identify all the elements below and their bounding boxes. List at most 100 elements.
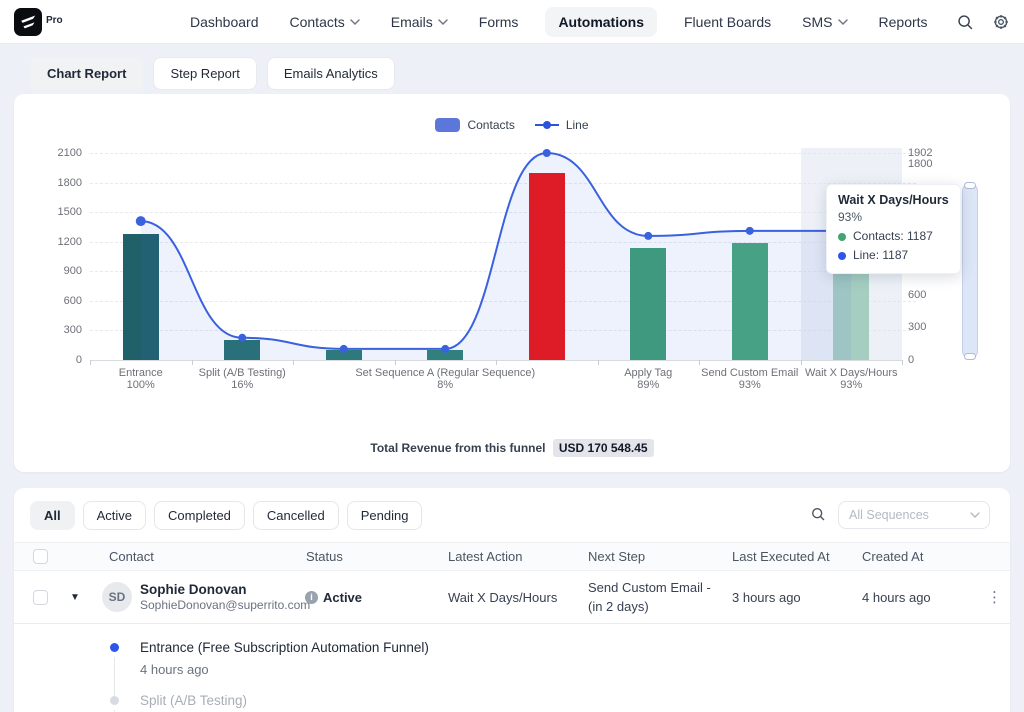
step-completed-dot-icon <box>110 643 119 652</box>
x-axis-tick <box>192 360 193 365</box>
y-axis-label: 1800 <box>38 177 82 189</box>
header-created: Created At <box>856 549 978 564</box>
nav-item-dashboard[interactable]: Dashboard <box>186 8 263 36</box>
nav-item-fluent-boards[interactable]: Fluent Boards <box>680 8 775 36</box>
y-axis-right-label: 300 <box>908 321 950 333</box>
contact-cell: SD Sophie Donovan SophieDonovan@superrit… <box>94 581 300 613</box>
timeline-step-label: Split (A/B Testing) <box>140 693 1010 708</box>
line-point-0[interactable] <box>136 216 146 226</box>
app-logo[interactable]: Pro <box>14 8 63 36</box>
chevron-down-icon <box>350 19 360 25</box>
x-axis-label-7: Wait X Days/Hours93% <box>761 367 941 391</box>
y-axis-label: 0 <box>38 354 82 366</box>
funnel-chart-card: Contacts Line 03006009001200150018002100… <box>14 94 1010 472</box>
filter-pending[interactable]: Pending <box>347 501 423 530</box>
x-axis-tick <box>395 360 396 365</box>
brand-pro-label: Pro <box>46 15 63 26</box>
tooltip-percent: 93% <box>838 210 949 224</box>
filter-all[interactable]: All <box>30 501 75 530</box>
gridline <box>90 242 916 243</box>
line-dot-icon <box>838 252 846 260</box>
gridline <box>90 301 916 302</box>
row-actions-kebab-icon[interactable]: ⋮ <box>978 588 1010 606</box>
contacts-bar-3[interactable] <box>427 350 463 360</box>
search-icon[interactable] <box>956 13 974 31</box>
nav-item-emails[interactable]: Emails <box>387 8 452 36</box>
nav-item-forms[interactable]: Forms <box>475 8 523 36</box>
timeline-connector <box>114 657 115 697</box>
contacts-bar-2[interactable] <box>326 350 362 360</box>
contacts-swatch <box>435 118 460 132</box>
x-axis-tick <box>496 360 497 365</box>
tab-emails-analytics[interactable]: Emails Analytics <box>267 57 395 90</box>
y-axis-label: 300 <box>38 324 82 336</box>
expand-caret-icon[interactable]: ▼ <box>58 592 94 603</box>
nav-item-sms[interactable]: SMS <box>798 8 851 36</box>
filter-active[interactable]: Active <box>83 501 146 530</box>
select-all-checkbox[interactable] <box>33 549 48 564</box>
x-axis-tick <box>90 360 91 365</box>
x-axis-label-1: Split (A/B Testing)16% <box>152 367 332 391</box>
status-filter-row: All Active Completed Cancelled Pending A… <box>14 488 1010 542</box>
datazoom-slider[interactable] <box>962 183 978 359</box>
chevron-down-icon <box>838 19 848 25</box>
timeline-item-entrance: Entrance (Free Subscription Automation F… <box>110 640 1010 693</box>
gridline <box>90 183 916 184</box>
latest-action-cell: Wait X Days/Hours <box>442 590 582 605</box>
filter-completed[interactable]: Completed <box>154 501 245 530</box>
header-last-executed: Last Executed At <box>726 549 856 564</box>
info-icon: i <box>305 591 318 604</box>
filter-cancelled[interactable]: Cancelled <box>253 501 339 530</box>
tab-step-report[interactable]: Step Report <box>153 57 256 90</box>
table-search-icon[interactable] <box>810 506 826 527</box>
line-point-5[interactable] <box>644 232 652 240</box>
chart-tooltip: Wait X Days/Hours 93% Contacts: 1187 Lin… <box>826 184 961 274</box>
contact-name: Sophie Donovan <box>140 581 310 598</box>
line-swatch <box>535 124 559 126</box>
step-pending-dot-icon <box>110 696 119 705</box>
datazoom-handle-bottom[interactable] <box>964 353 976 360</box>
created-cell: 4 hours ago <box>856 590 978 605</box>
row-checkbox[interactable] <box>33 590 48 605</box>
legend-item-contacts[interactable]: Contacts <box>435 118 514 132</box>
header-contact: Contact <box>94 549 300 564</box>
gridline <box>90 212 916 213</box>
contacts-bar-5[interactable] <box>630 248 666 360</box>
nav-item-automations[interactable]: Automations <box>545 7 657 37</box>
top-navigation-bar: Pro Dashboard Contacts Emails Forms Auto… <box>0 0 1024 44</box>
y-axis-label: 900 <box>38 265 82 277</box>
total-revenue: Total Revenue from this funnel USD 170 5… <box>14 441 1010 455</box>
legend-item-line[interactable]: Line <box>535 118 589 132</box>
gear-icon[interactable] <box>992 13 1010 31</box>
nav-item-contacts[interactable]: Contacts <box>286 8 364 36</box>
automations-report-page: Pro Dashboard Contacts Emails Forms Auto… <box>0 0 1024 712</box>
x-axis-tick <box>293 360 294 365</box>
table-row[interactable]: ▼ SD Sophie Donovan SophieDonovan@superr… <box>14 571 1010 624</box>
y-axis-label: 1500 <box>38 206 82 218</box>
contacts-bar-0[interactable] <box>123 234 159 360</box>
line-point-6[interactable] <box>746 227 754 235</box>
tooltip-contacts-row: Contacts: 1187 <box>838 227 949 246</box>
nav-item-reports[interactable]: Reports <box>875 8 932 36</box>
header-latest-action: Latest Action <box>442 549 582 564</box>
x-axis-tick <box>902 360 903 365</box>
subscribers-card: All Active Completed Cancelled Pending A… <box>14 488 1010 712</box>
datazoom-handle-top[interactable] <box>964 182 976 189</box>
sequences-select[interactable]: All Sequences <box>838 501 990 529</box>
contacts-bar-4[interactable] <box>529 173 565 360</box>
sequences-select-placeholder: All Sequences <box>849 508 929 522</box>
tooltip-line-row: Line: 1187 <box>838 246 949 265</box>
tab-chart-report[interactable]: Chart Report <box>30 57 143 90</box>
status-badge: i Active <box>300 590 442 605</box>
contacts-bar-1[interactable] <box>224 340 260 360</box>
y-axis-label: 1200 <box>38 236 82 248</box>
chevron-down-icon <box>970 512 980 518</box>
revenue-amount-badge: USD 170 548.45 <box>553 439 654 457</box>
table-header-row: Contact Status Latest Action Next Step L… <box>14 542 1010 571</box>
contacts-bar-6[interactable] <box>732 243 768 360</box>
next-step-cell: Send Custom Email - (in 2 days) <box>582 578 726 616</box>
fluentcrm-logo-icon <box>14 8 42 36</box>
timeline-item-split: Split (A/B Testing) <box>110 693 1010 712</box>
x-axis-tick <box>801 360 802 365</box>
automation-steps-timeline: Entrance (Free Subscription Automation F… <box>110 624 1010 712</box>
